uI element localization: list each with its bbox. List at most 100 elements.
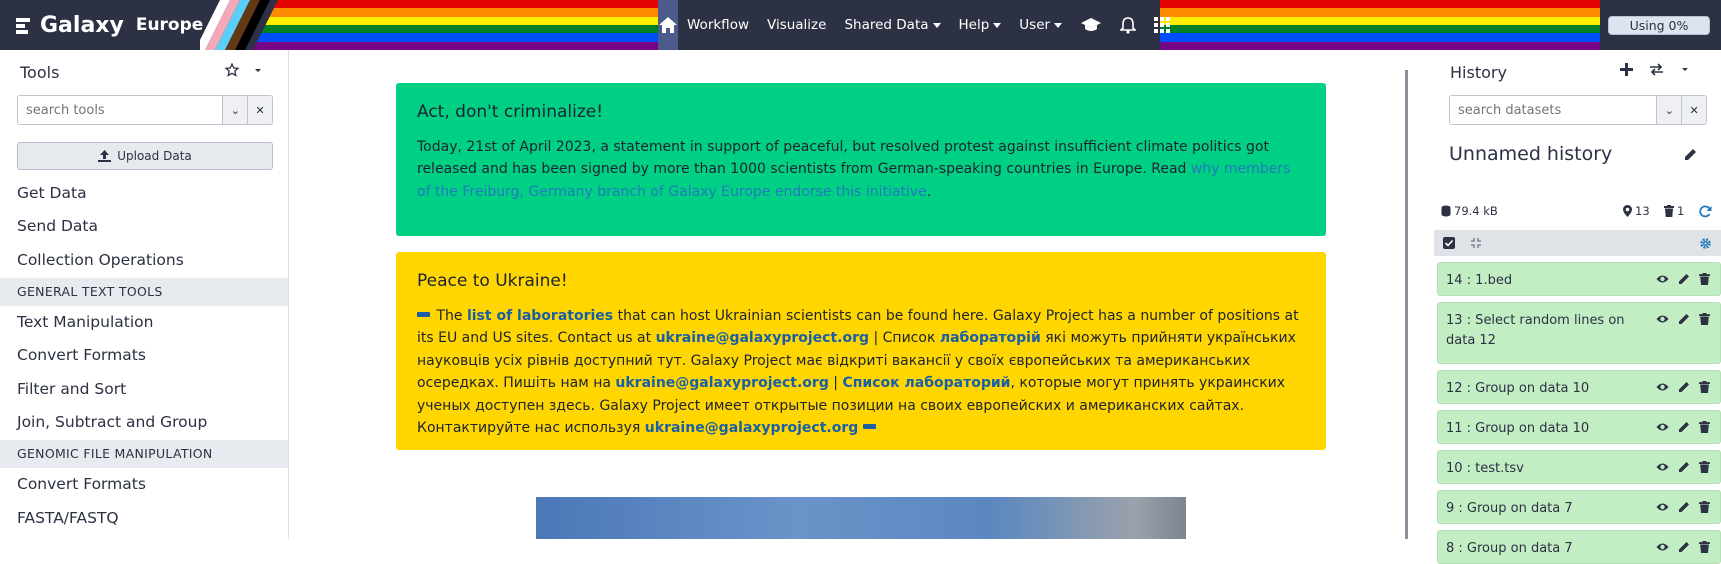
plus-icon[interactable] [1620, 63, 1633, 76]
welcome-photo [536, 497, 1186, 539]
tool-section-text-manipulation[interactable]: Text Manipulation [17, 313, 153, 331]
grid-icon [1154, 17, 1171, 33]
tool-section-convert-formats[interactable]: Convert Formats [17, 346, 146, 364]
nav-user[interactable]: User [1010, 0, 1071, 50]
climate-alert-text: Today, 21st of April 2023, a statement i… [417, 136, 1306, 203]
eye-icon[interactable] [1656, 501, 1669, 513]
dataset-actions [1656, 461, 1710, 473]
tool-section-filter-and-sort[interactable]: Filter and Sort [17, 380, 126, 398]
gear-icon[interactable] [1699, 237, 1712, 250]
progress-flag-chevrons [200, 0, 278, 50]
compress-icon[interactable] [1470, 237, 1482, 249]
dataset-title: 9 : Group on data 7 [1446, 501, 1573, 516]
laboratories-link-uk[interactable]: лабораторій [940, 330, 1041, 346]
home-button[interactable] [658, 0, 678, 50]
double-chevron-down-icon: ⌄ [230, 103, 240, 117]
trash-icon[interactable] [1699, 381, 1710, 393]
apps-grid-button[interactable] [1145, 0, 1179, 50]
refresh-icon[interactable] [1699, 205, 1712, 218]
upload-data-button[interactable]: Upload Data [17, 142, 273, 170]
dataset-actions [1656, 501, 1710, 513]
nav-shared-data[interactable]: Shared Data [835, 0, 949, 50]
dataset-item[interactable]: 10 : test.tsv [1437, 450, 1721, 484]
pencil-icon[interactable] [1684, 148, 1697, 161]
history-shown-count[interactable]: 13 [1623, 204, 1650, 218]
advanced-search-toggle[interactable]: ⌄ [222, 96, 248, 124]
dataset-item[interactable]: 13 : Select random lines on data 12 [1437, 302, 1721, 364]
switch-history-icon[interactable] [1649, 63, 1664, 76]
ukraine-alert-title: Peace to Ukraine! [417, 271, 568, 291]
star-icon[interactable] [225, 63, 239, 77]
tool-section-convert-formats-genomic[interactable]: Convert Formats [17, 475, 146, 493]
caret-down-icon [932, 22, 941, 28]
main-nav: Workflow Visualize Shared Data Help User [658, 0, 1171, 50]
center-scrollbar[interactable] [1405, 70, 1408, 539]
dataset-item[interactable]: 12 : Group on data 10 [1437, 370, 1721, 404]
eye-icon[interactable] [1656, 421, 1669, 433]
ukraine-email-link-1[interactable]: ukraine@galaxyproject.org [656, 330, 869, 346]
quota-meter[interactable]: Using 0% [1608, 16, 1710, 35]
pencil-icon[interactable] [1678, 501, 1690, 513]
trash-icon[interactable] [1699, 421, 1710, 433]
eye-icon[interactable] [1656, 541, 1669, 553]
trash-icon[interactable] [1699, 461, 1710, 473]
select-all-checkbox-icon[interactable] [1443, 237, 1455, 249]
history-clear-search-button[interactable]: ✕ [1681, 96, 1706, 124]
history-search-input[interactable] [1450, 96, 1657, 124]
ukraine-email-link-2[interactable]: ukraine@galaxyproject.org [615, 375, 828, 391]
training-button[interactable] [1071, 0, 1111, 50]
laboratories-link[interactable]: list of laboratories [467, 308, 613, 324]
eye-icon[interactable] [1656, 381, 1669, 393]
caret-down-icon [993, 22, 1002, 28]
ukraine-text-3: | Список [869, 330, 940, 347]
trash-icon[interactable] [1699, 501, 1710, 513]
eye-icon[interactable] [1656, 273, 1669, 285]
trash-icon[interactable] [1699, 313, 1710, 325]
brand-name: Galaxy [40, 12, 124, 38]
dataset-title: 13 : Select random lines on data 12 [1446, 313, 1625, 348]
history-size[interactable]: 79.4 kB [1441, 204, 1498, 218]
history-name[interactable]: Unnamed history [1449, 143, 1612, 165]
double-chevron-down-icon: ⌄ [1664, 103, 1674, 117]
nav-workflow[interactable]: Workflow [678, 0, 758, 50]
tool-section-join-subtract-group[interactable]: Join, Subtract and Group [17, 413, 207, 431]
dataset-item[interactable]: 14 : 1.bed [1437, 262, 1721, 296]
history-panel-title: History [1450, 63, 1507, 82]
caret-down-icon[interactable] [1680, 63, 1690, 76]
tool-section-collection-operations[interactable]: Collection Operations [17, 251, 184, 269]
brand[interactable]: Galaxy Europe [16, 0, 203, 50]
history-deleted-count[interactable]: 1 [1664, 204, 1684, 218]
tool-search-input[interactable] [18, 96, 223, 124]
notifications-button[interactable] [1111, 0, 1145, 50]
tool-section-get-data[interactable]: Get Data [17, 184, 87, 202]
history-search: ⌄ ✕ [1449, 95, 1707, 125]
dataset-item[interactable]: 8 : Group on data 7 [1437, 530, 1721, 564]
pencil-icon[interactable] [1678, 541, 1690, 553]
nav-help[interactable]: Help [950, 0, 1011, 50]
pencil-icon[interactable] [1678, 421, 1690, 433]
pencil-icon[interactable] [1678, 313, 1690, 325]
ukraine-email-link-3[interactable]: ukraine@galaxyproject.org [645, 420, 858, 436]
pencil-icon[interactable] [1678, 381, 1690, 393]
eye-icon[interactable] [1656, 461, 1669, 473]
caret-down-icon[interactable] [253, 63, 263, 77]
eye-icon[interactable] [1656, 313, 1669, 325]
dataset-item[interactable]: 9 : Group on data 7 [1437, 490, 1721, 524]
nav-visualize[interactable]: Visualize [758, 0, 835, 50]
upload-data-label: Upload Data [117, 149, 192, 163]
history-advanced-search-toggle[interactable]: ⌄ [1656, 96, 1682, 124]
tool-section-fasta-fastq[interactable]: FASTA/FASTQ [17, 509, 119, 527]
trash-icon[interactable] [1699, 541, 1710, 553]
trash-icon[interactable] [1699, 273, 1710, 285]
upload-icon [98, 150, 112, 162]
dataset-actions [1656, 273, 1710, 285]
tool-section-send-data[interactable]: Send Data [17, 217, 98, 235]
pencil-icon[interactable] [1678, 273, 1690, 285]
close-icon: ✕ [255, 103, 265, 117]
bell-icon [1120, 16, 1137, 34]
dataset-item[interactable]: 11 : Group on data 10 [1437, 410, 1721, 444]
laboratories-link-ru[interactable]: Список лабораторий [842, 375, 1010, 391]
ukraine-alert: Peace to Ukraine! The list of laboratori… [396, 252, 1326, 450]
clear-search-button[interactable]: ✕ [247, 96, 272, 124]
pencil-icon[interactable] [1678, 461, 1690, 473]
